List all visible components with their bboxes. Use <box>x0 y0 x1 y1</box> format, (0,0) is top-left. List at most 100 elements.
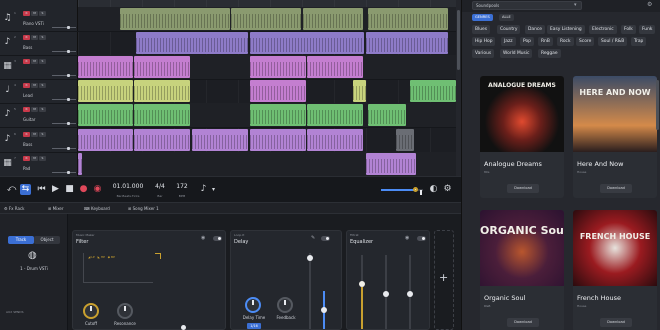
audio-clip[interactable] <box>134 56 190 79</box>
track-volume-slider[interactable] <box>52 146 76 150</box>
track-segment-button[interactable]: Track <box>8 236 34 244</box>
arranger-timeline[interactable] <box>78 0 456 176</box>
audio-clip[interactable] <box>78 128 133 151</box>
audio-clip[interactable] <box>250 32 364 55</box>
chevron-down-icon[interactable]: ▾ <box>574 2 577 8</box>
track-volume-slider[interactable] <box>52 170 76 174</box>
soundpool-artwork[interactable]: ANALOGUE DREAMS <box>480 76 564 152</box>
track-name[interactable]: Bass <box>23 142 32 147</box>
audio-clip[interactable] <box>353 80 366 103</box>
mute-button[interactable]: M <box>31 11 38 16</box>
genre-chip[interactable]: RnB <box>538 37 553 46</box>
eye-icon[interactable]: ◉ <box>405 235 409 241</box>
track-volume-slider[interactable] <box>52 74 76 78</box>
loop-icon[interactable]: ⤺ <box>6 184 17 195</box>
object-segment-button[interactable]: Object <box>34 236 60 244</box>
track-name[interactable]: Pad <box>23 166 30 171</box>
soundpool-card[interactable]: ANALOGUE DREAMS Analogue Dreams 80s Downloa… <box>480 76 564 198</box>
track-name[interactable]: Bass <box>23 45 32 50</box>
tab-song-mixer[interactable]: ⊞ Song Mixer 1 <box>128 205 159 213</box>
record-arm-button[interactable]: R <box>23 35 30 41</box>
soundpool-search-input[interactable]: Soundpools <box>472 1 582 10</box>
genre-chip[interactable]: Easy Listening <box>547 25 585 34</box>
soundpool-title[interactable]: Analogue Dreams <box>484 160 542 168</box>
instrument-name[interactable]: 1 - Drum VSTi <box>0 266 68 271</box>
track-name[interactable]: Guitar <box>23 117 35 122</box>
eq-high-fader[interactable] <box>407 255 413 329</box>
mute-button[interactable]: M <box>31 155 38 161</box>
punch-button[interactable]: ◉ <box>92 184 103 195</box>
track-volume-slider[interactable] <box>52 98 76 102</box>
cutoff-knob[interactable] <box>83 303 99 319</box>
add-device-slot[interactable]: + <box>434 230 454 330</box>
plus-icon[interactable]: + <box>439 271 448 284</box>
mute-button[interactable]: M <box>31 131 38 137</box>
genre-chip[interactable]: Blues <box>472 25 491 34</box>
track-lane[interactable] <box>78 128 456 153</box>
feedback-knob[interactable] <box>277 297 293 313</box>
soundpool-card[interactable]: ORGANIC Soul Organic Soul R&B Download <box>480 210 564 330</box>
filter-point-handle[interactable] <box>181 325 186 330</box>
signature-display[interactable]: 4/4 <box>150 183 170 190</box>
track-header[interactable]: ♩ 4 R M S Lead <box>0 79 78 105</box>
soundpool-card[interactable]: HERE AND NOW Here And Now House Download <box>573 76 657 198</box>
eq-low-fader[interactable] <box>359 255 365 329</box>
genre-chip[interactable]: Score <box>576 37 595 46</box>
genre-chip[interactable]: Hip Hop <box>472 37 496 46</box>
fader-handle[interactable] <box>321 307 327 313</box>
track-lane[interactable] <box>78 79 456 105</box>
audio-clip[interactable] <box>396 128 414 151</box>
track-volume-slider[interactable] <box>52 50 76 54</box>
record-arm-button[interactable]: R <box>23 131 30 137</box>
audio-clip[interactable] <box>192 128 248 151</box>
audio-clip[interactable] <box>307 128 363 151</box>
download-button[interactable]: Download <box>600 184 632 193</box>
solo-button[interactable]: S <box>39 59 46 65</box>
audio-clip[interactable] <box>366 32 448 55</box>
solo-button[interactable]: S <box>39 83 46 89</box>
record-arm-button[interactable]: R <box>23 83 30 89</box>
track-lane[interactable] <box>78 103 456 129</box>
track-volume-slider[interactable] <box>52 122 76 126</box>
genre-chip[interactable]: Jazz <box>501 37 516 46</box>
track-lane[interactable] <box>78 151 456 176</box>
delay-time-value[interactable]: 1/16 <box>247 323 261 329</box>
audio-clip[interactable] <box>307 56 363 79</box>
track-name[interactable]: Lead <box>23 93 33 98</box>
solo-button[interactable]: S <box>39 11 46 16</box>
soundpool-title[interactable]: Here And Now <box>577 160 623 168</box>
track-header[interactable]: ♪ 2 R M S Bass <box>0 31 78 57</box>
track-header[interactable]: ▦ 3 R M S <box>0 55 78 81</box>
all-filter-chip[interactable]: ALLE <box>499 14 514 21</box>
audio-clip[interactable] <box>78 56 133 79</box>
volume-handle[interactable] <box>413 187 423 195</box>
play-button[interactable]: ▶ <box>50 184 61 195</box>
device-power-toggle[interactable] <box>213 236 222 241</box>
genre-chip[interactable]: Electronic <box>589 25 617 34</box>
settings-icon[interactable]: ⚙ <box>647 1 652 8</box>
solo-button[interactable]: S <box>39 155 46 161</box>
genre-chip[interactable]: Soul / R&B <box>598 37 628 46</box>
fader-handle[interactable] <box>407 291 413 297</box>
audio-clip[interactable] <box>307 104 363 127</box>
soundpool-artwork[interactable]: FRENCH HOUSE <box>573 210 657 286</box>
soundpool-artwork[interactable]: HERE AND NOW <box>573 76 657 152</box>
genre-chip[interactable]: Pop <box>520 37 534 46</box>
audio-clip[interactable] <box>250 104 306 127</box>
eye-icon[interactable]: ◉ <box>201 235 205 241</box>
track-header[interactable]: ♪ 5 R M S Guitar <box>0 103 78 129</box>
mute-button[interactable]: M <box>31 59 38 65</box>
tempo-display[interactable]: 172 <box>172 183 192 190</box>
record-arm-button[interactable]: R <box>23 107 30 113</box>
genre-chip[interactable]: Country <box>497 25 521 34</box>
settings-icon[interactable]: ⚙ <box>442 184 453 195</box>
timeline-ruler[interactable] <box>78 0 456 7</box>
soundpool-title[interactable]: Organic Soul <box>484 294 525 302</box>
genre-chip[interactable]: Dance <box>525 25 545 34</box>
audio-clip[interactable] <box>78 104 133 127</box>
mute-button[interactable]: M <box>31 83 38 89</box>
audio-clip[interactable] <box>366 152 416 175</box>
eq-mid-fader[interactable] <box>383 255 389 329</box>
solo-button[interactable]: S <box>39 107 46 113</box>
record-arm-button[interactable]: R <box>23 11 30 16</box>
